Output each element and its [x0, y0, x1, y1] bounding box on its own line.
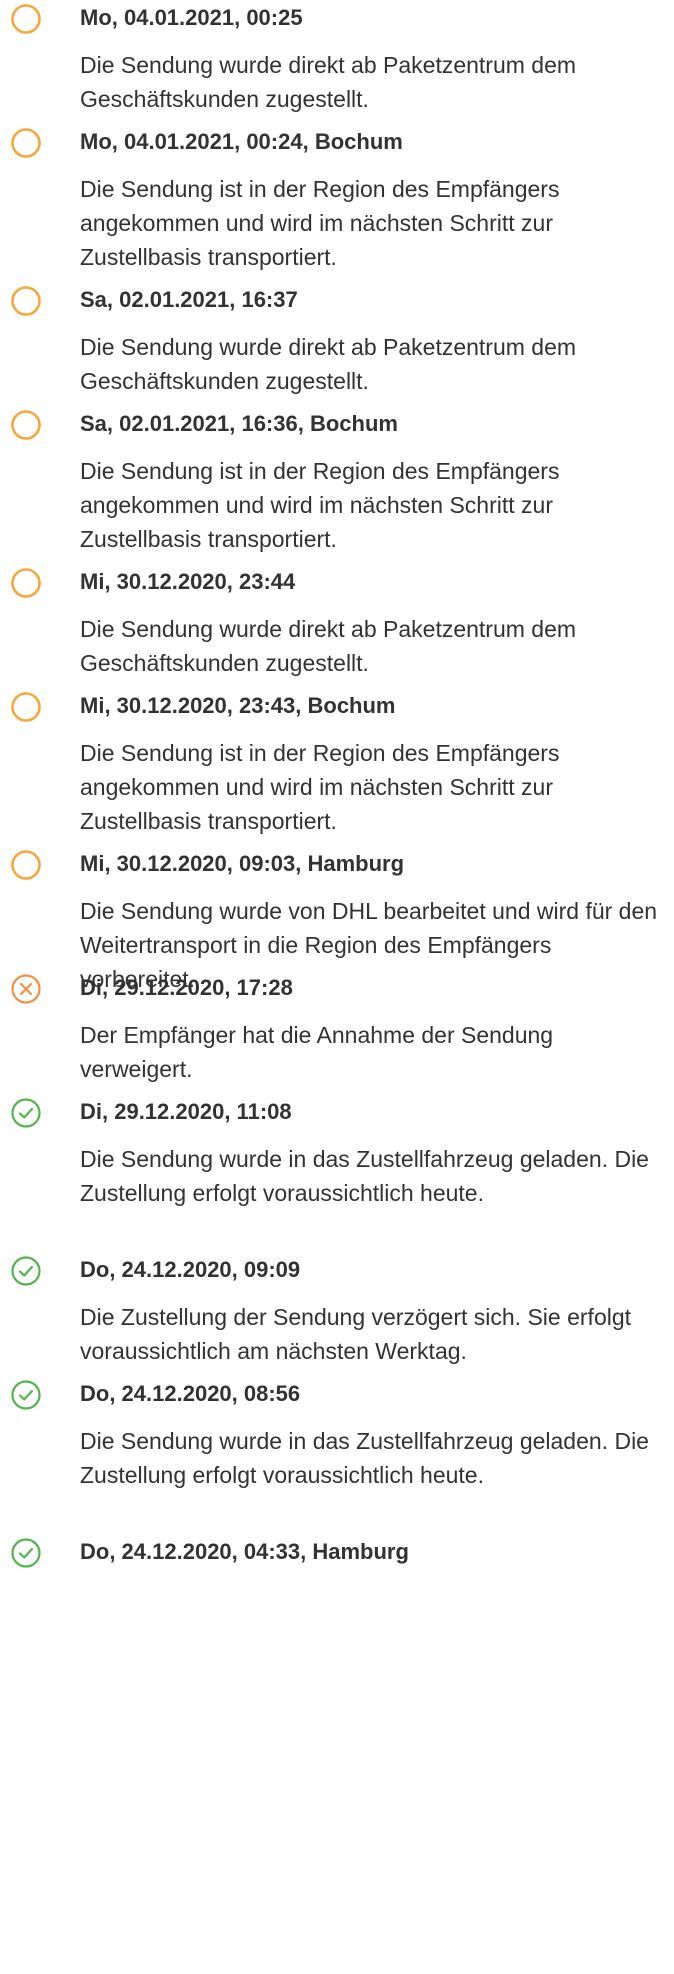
- event-description: Die Sendung wurde in das Zustellfahrzeug…: [80, 1428, 649, 1488]
- event-timestamp: Mi, 30.12.2020, 23:43, Bochum: [80, 693, 396, 718]
- event-timestamp: Do, 24.12.2020, 08:56: [80, 1381, 301, 1406]
- check-circle-icon: [10, 1379, 42, 1411]
- open-circle-icon: [10, 691, 42, 723]
- event-timestamp: Di, 29.12.2020, 11:08: [80, 1099, 292, 1124]
- check-circle-icon: [10, 1255, 42, 1287]
- open-circle-icon: [10, 3, 42, 35]
- check-circle-icon: [10, 1537, 42, 1569]
- event-timestamp: Sa, 02.01.2021, 16:36, Bochum: [80, 411, 398, 436]
- x-circle-icon: [10, 973, 42, 1005]
- open-circle-icon: [10, 127, 42, 159]
- event-description: Der Empfänger hat die Annahme der Sendun…: [80, 1022, 554, 1082]
- event-timestamp: Mo, 04.01.2021, 00:24, Bochum: [80, 129, 403, 154]
- event-description: Die Sendung ist in der Region des Empfän…: [80, 458, 560, 552]
- event-description: Die Zustellung der Sendung verzögert sic…: [80, 1304, 632, 1364]
- event-description: Die Sendung wurde in das Zustellfahrzeug…: [80, 1146, 649, 1206]
- event-timestamp: Sa, 02.01.2021, 16:37: [80, 287, 298, 312]
- event-timestamp: Mi, 30.12.2020, 23:44: [80, 569, 296, 594]
- event-timestamp: Mo, 04.01.2021, 00:25: [80, 5, 303, 30]
- open-circle-icon: [10, 849, 42, 881]
- open-circle-icon: [10, 409, 42, 441]
- open-circle-icon: [10, 567, 42, 599]
- event-timestamp: Di, 29.12.2020, 17:28: [80, 975, 293, 1000]
- event-description: Die Sendung ist in der Region des Empfän…: [80, 176, 560, 270]
- check-circle-icon: [10, 1097, 42, 1129]
- event-description: Die Sendung wurde direkt ab Paketzentrum…: [80, 616, 577, 676]
- event-description: Die Sendung ist in der Region des Empfän…: [80, 740, 560, 834]
- event-description: Die Sendung wurde direkt ab Paketzentrum…: [80, 334, 577, 394]
- open-circle-icon: [10, 285, 42, 317]
- event-timestamp: Do, 24.12.2020, 09:09: [80, 1257, 301, 1282]
- event-timestamp: Do, 24.12.2020, 04:33, Hamburg: [80, 1539, 409, 1564]
- event-timestamp: Mi, 30.12.2020, 09:03, Hamburg: [80, 851, 405, 876]
- event-description: Die Sendung wurde direkt ab Paketzentrum…: [80, 52, 577, 112]
